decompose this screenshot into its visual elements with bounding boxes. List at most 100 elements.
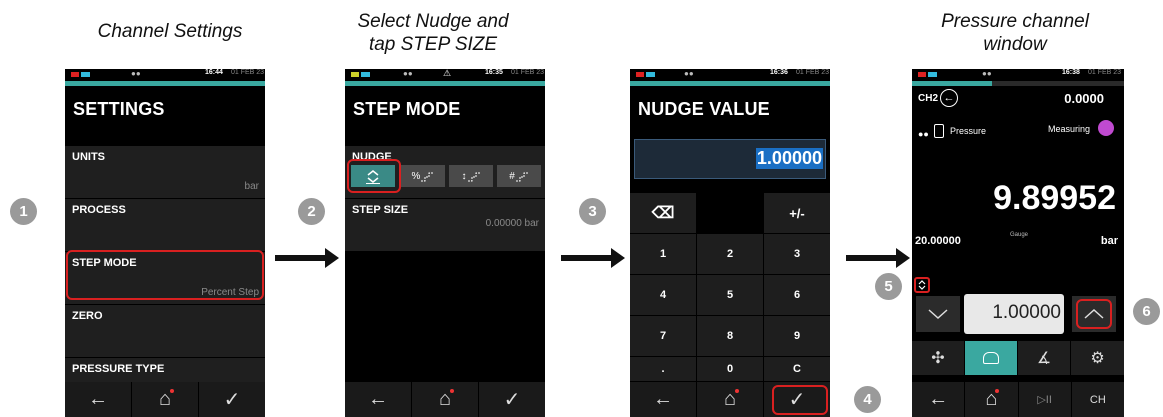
key-6[interactable]: 6 (764, 275, 830, 315)
mode-number-step-option[interactable]: # (497, 165, 541, 187)
mode-span-step-option[interactable]: ↕ (449, 165, 493, 187)
progress-fill (912, 81, 992, 86)
confirm-button[interactable]: ✓ (198, 382, 265, 417)
step-badge-4: 4 (854, 386, 881, 413)
status-bar: ●● 16:38 01 FEB 23 (912, 69, 1124, 81)
flow-arrow-2 (561, 255, 613, 261)
key-8[interactable]: 8 (697, 316, 763, 356)
channel-button[interactable]: CH (1070, 382, 1124, 417)
key-1[interactable]: 1 (630, 234, 696, 274)
warning-icon: ⚠ (443, 69, 452, 78)
sensor-glyph-icon: ●● (131, 69, 141, 78)
row-label: PROCESS (72, 204, 126, 216)
caption-pressure-channel: Pressure channel window (941, 11, 1089, 55)
back-button[interactable]: ← (912, 382, 964, 417)
progress-bar (630, 81, 830, 86)
percent-step-icon: % (411, 170, 421, 182)
status-date: 01 FEB 23 (796, 69, 830, 76)
battery-icon (636, 72, 644, 77)
page-title: SETTINGS (73, 99, 165, 119)
state-label: Measuring (1048, 124, 1091, 134)
notification-dot (170, 389, 174, 393)
pressure-sensor-icon (934, 124, 944, 138)
row-label: ZERO (72, 310, 103, 322)
header-value: 0.0000 (1064, 91, 1104, 106)
function-button-fan[interactable]: ✣ (912, 341, 964, 375)
progress-bar (65, 81, 265, 86)
home-button[interactable]: ⌂ (131, 382, 198, 417)
confirm-button[interactable]: ✓ (478, 382, 545, 417)
highlight-confirm (772, 385, 828, 415)
play-pause-button[interactable]: ▷II (1017, 382, 1071, 417)
flow-arrowhead-1 (325, 248, 339, 268)
bottom-nav: ← ⌂ ✓ (345, 382, 545, 417)
status-bar: ●● ⚠ 16:35 01 FEB 23 (345, 69, 545, 81)
flow-arrowhead-2 (611, 248, 625, 268)
battery-icon (351, 72, 359, 77)
backspace-key[interactable]: ⌫ (630, 193, 696, 233)
status-date: 01 FEB 23 (511, 69, 545, 76)
page-title: STEP MODE (353, 99, 461, 119)
function-button-leak[interactable]: ∡ (1018, 341, 1070, 375)
row-value: 0.00000 bar (485, 218, 539, 229)
home-button[interactable]: ⌂ (696, 382, 763, 417)
nudge-value-input[interactable]: 1.00000 (634, 139, 826, 179)
key-2[interactable]: 2 (697, 234, 763, 274)
flow-arrow-3 (846, 255, 898, 261)
step-size-row[interactable]: STEP SIZE 0.00000 bar (345, 198, 545, 251)
mode-percent-step-option[interactable]: % (401, 165, 445, 187)
status-date: 01 FEB 23 (1088, 69, 1122, 76)
fan-icon: ✣ (931, 350, 945, 367)
nudge-down-button[interactable] (916, 296, 960, 332)
row-label: UNITS (72, 151, 105, 163)
row-label: STEP SIZE (352, 204, 409, 216)
clear-key[interactable]: C (764, 357, 830, 381)
screen-pressure-channel: ●● 16:38 01 FEB 23 CH2 ← 0.0000 ●● Press… (912, 69, 1124, 417)
key-3[interactable]: 3 (764, 234, 830, 274)
blank-key (697, 193, 763, 233)
caption-select-nudge: Select Nudge and tap STEP SIZE (357, 11, 509, 55)
bottom-nav: ← ⌂ ▷II CH (912, 382, 1124, 417)
flow-arrowhead-3 (896, 248, 910, 268)
nudge-icon (918, 280, 926, 290)
battery-icon (71, 72, 79, 77)
home-button[interactable]: ⌂ (964, 382, 1017, 417)
range-value: 20.00000 (915, 235, 961, 247)
flow-arrow-1 (275, 255, 327, 261)
sign-key[interactable]: +/- (764, 193, 830, 233)
back-button[interactable]: ← (65, 382, 131, 417)
settings-row-process[interactable]: PROCESS (65, 198, 265, 251)
home-button[interactable]: ⌂ (411, 382, 478, 417)
status-date: 01 FEB 23 (231, 69, 265, 76)
nudge-value-text: 1.00000 (992, 302, 1061, 323)
connection-icon (81, 72, 90, 77)
status-time: 16:38 (1062, 69, 1080, 76)
function-button-measure[interactable] (965, 341, 1017, 375)
row-value: bar (244, 181, 259, 192)
key-7[interactable]: 7 (630, 316, 696, 356)
settings-row-units[interactable]: UNITS bar (65, 145, 265, 198)
highlight-nudge-up (1076, 299, 1112, 329)
highlight-nudge (347, 159, 401, 193)
back-button[interactable]: ← (630, 382, 696, 417)
decimal-key[interactable]: . (630, 357, 696, 381)
row-label: PRESSURE TYPE (72, 363, 165, 375)
chevron-down-icon (928, 309, 948, 320)
back-button[interactable]: ← (345, 382, 411, 417)
nudge-value-display[interactable]: 1.00000 (964, 294, 1064, 334)
key-4[interactable]: 4 (630, 275, 696, 315)
connection-icon (361, 72, 370, 77)
key-9[interactable]: 9 (764, 316, 830, 356)
channel-direction-icon[interactable]: ← (940, 89, 958, 107)
page-title: NUDGE VALUE (638, 99, 770, 119)
key-0[interactable]: 0 (697, 357, 763, 381)
input-value: 1.00000 (755, 148, 823, 169)
settings-row-zero[interactable]: ZERO (65, 304, 265, 357)
function-button-settings[interactable]: ⚙ (1071, 341, 1124, 375)
step-badge-5: 5 (875, 273, 902, 300)
screen-settings: ●● 16:44 01 FEB 23 SETTINGS UNITS bar PR… (65, 69, 265, 417)
sensor-glyph-icon: ●● (982, 69, 992, 78)
key-5[interactable]: 5 (697, 275, 763, 315)
main-reading: 9.89952 (993, 179, 1116, 217)
status-time: 16:36 (770, 69, 788, 76)
